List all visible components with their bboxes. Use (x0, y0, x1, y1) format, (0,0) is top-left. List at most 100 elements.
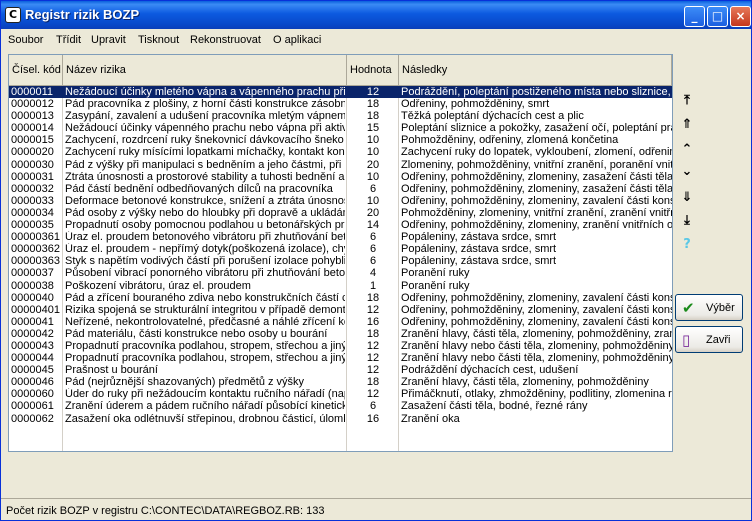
table-row[interactable]: 0000046 Pád (nejrůznější shazovaných) pře… (9, 376, 672, 388)
cell-consequences: Zranění hlavy nebo části těla, zlomeniny… (401, 339, 672, 352)
cell-value: 6 (369, 231, 377, 244)
cell-value: 16 (366, 315, 380, 328)
cell-consequences: Odřeniny, pohmožděniny, zlomeniny, zaval… (401, 194, 672, 207)
help-icon[interactable]: ? (676, 234, 698, 256)
title-bar[interactable]: C Registr rizik BOZP _ □ × (1, 1, 751, 29)
table-row[interactable]: 0000032 Pád částí bednění odbedňovaných d… (9, 183, 672, 195)
risk-table[interactable]: Čísel. kód Název rizika Hodnota Následky… (8, 54, 673, 452)
cell-consequences: Odřeniny, pohmožděniny, zlomeniny, zasaž… (401, 170, 672, 183)
cell-code: 0000046 (11, 376, 54, 389)
up-icon[interactable]: ⌃ (676, 139, 698, 161)
column-header-code[interactable]: Čísel. kód (9, 55, 63, 85)
cell-consequences: Zachycení ruky do lopatek, vykloubení, z… (401, 146, 672, 159)
select-button[interactable]: ✔ Výběr (675, 294, 743, 321)
column-header-name[interactable]: Název rizika (63, 55, 347, 85)
table-row[interactable]: 00000361 Úraz el. proudem betonového vibr… (9, 231, 672, 243)
cell-name: Deformace betonové konstrukce, snížení a… (65, 194, 345, 207)
cell-code: 0000033 (11, 194, 54, 207)
column-header-value[interactable]: Hodnota (347, 55, 399, 85)
table-row[interactable]: 0000030 Pád z výšky při manipulaci s bedn… (9, 159, 672, 171)
cell-consequences: Odřeniny, pohmožděniny, zlomeniny, zasaž… (401, 182, 672, 195)
table-row[interactable]: 0000040 Pád a zřícení bouraného zdiva neb… (9, 292, 672, 304)
first-icon[interactable]: ⤒ (676, 90, 698, 112)
cell-value: 6 (369, 243, 377, 256)
cell-code: 0000060 (11, 388, 54, 401)
status-text: Počet rizik BOZP v registru C:\CONTEC\DA… (6, 505, 325, 517)
cell-name: Úraz el. proudem - nepřímý dotyk(poškoze… (65, 243, 345, 256)
cell-name: Zachycení ruky mísícími lopatkami míchač… (65, 146, 345, 159)
table-row[interactable]: 00000363 Styk s napětím vodivých částí př… (9, 255, 672, 267)
cell-value: 6 (369, 400, 377, 413)
page-down-icon[interactable]: ⇓ (676, 187, 698, 209)
cell-value: 12 (366, 339, 380, 352)
cell-name: Působení vibrací ponorného vibrátoru při… (65, 267, 345, 280)
cell-value: 12 (366, 352, 380, 365)
cell-code: 0000030 (11, 158, 54, 171)
table-row[interactable]: 00000362 Úraz el. proudem - nepřímý dotyk… (9, 243, 672, 255)
cell-consequences: Zranění hlavy, části těla, zlomeniny, po… (401, 376, 649, 389)
table-row[interactable]: 0000035 Propadnutí osoby pomocnou podlaho… (9, 219, 672, 231)
table-body: 0000011 Nežádoucí účinky mletého vápna a … (9, 86, 672, 425)
cell-value: 6 (369, 182, 377, 195)
table-row[interactable]: 00000401 Rizika spojená se strukturální i… (9, 304, 672, 316)
cell-value: 10 (366, 134, 380, 147)
cell-value: 18 (366, 291, 380, 304)
table-row[interactable]: 0000037 Působení vibrací ponorného vibrát… (9, 267, 672, 279)
table-row[interactable]: 0000034 Pád osoby z výšky nebo do hloubky… (9, 207, 672, 219)
column-header-consequences[interactable]: Následky (399, 55, 672, 85)
cell-name: Propadnutí pracovníka podlahou, stropem,… (65, 352, 345, 365)
table-row[interactable]: 0000020 Zachycení ruky mísícími lopatkami… (9, 146, 672, 158)
table-row[interactable]: 0000014 Nežádoucí účinky vápenného prachu… (9, 122, 672, 134)
menu-upravit[interactable]: Upravit (91, 34, 126, 46)
table-row[interactable]: 0000043 Propadnutí pracovníka podlahou, s… (9, 340, 672, 352)
table-row[interactable]: 0000044 Propadnutí pracovníka podlahou, s… (9, 352, 672, 364)
cell-name: Zranění úderem a pádem ručního nářadí pů… (65, 400, 345, 413)
cell-name: Rizika spojená se strukturální integrito… (65, 303, 345, 316)
table-row[interactable]: 0000033 Deformace betonové konstrukce, sn… (9, 195, 672, 207)
table-row[interactable]: 0000042 Pád materiálu, části konstrukce n… (9, 328, 672, 340)
cell-code: 0000038 (11, 279, 54, 292)
last-icon[interactable]: ⤓ (676, 210, 698, 232)
table-row[interactable]: 0000038 Poškození vibrátoru, úraz el. pro… (9, 280, 672, 292)
close-window-button[interactable]: × (730, 6, 751, 27)
cell-code: 0000037 (11, 267, 54, 280)
down-icon[interactable]: ⌄ (676, 161, 698, 183)
table-row[interactable]: 0000031 Ztráta únosnosti a prostorové sta… (9, 171, 672, 183)
cell-value: 14 (366, 219, 380, 232)
table-row[interactable]: 0000060 Úder do ruky při nežádoucím konta… (9, 388, 672, 400)
menu-o-aplikaci[interactable]: O aplikaci (273, 34, 321, 46)
table-row[interactable]: 0000012 Pád pracovníka z plošiny, z horní… (9, 98, 672, 110)
table-row[interactable]: 0000045 Prašnost u bourání 12 Podráždění dý… (9, 364, 672, 376)
cell-value: 12 (366, 86, 380, 98)
table-row[interactable]: 0000011 Nežádoucí účinky mletého vápna a … (9, 86, 672, 99)
minimize-button[interactable]: _ (684, 6, 705, 27)
app-logo-icon[interactable]: C (5, 7, 21, 23)
page-up-icon[interactable]: ⇑ (676, 114, 698, 136)
cell-code: 0000042 (11, 327, 54, 340)
table-row[interactable]: 0000013 Zasypání, zavalení a udušení prac… (9, 110, 672, 122)
cell-value: 4 (369, 267, 377, 280)
table-header: Čísel. kód Název rizika Hodnota Následky (9, 55, 672, 86)
maximize-button[interactable]: □ (707, 6, 728, 27)
table-row[interactable]: 0000015 Zachycení, rozdrcení ruky šnekovn… (9, 134, 672, 146)
table-row[interactable]: 0000061 Zranění úderem a pádem ručního ná… (9, 400, 672, 412)
close-button[interactable]: ▯ Zavři (675, 326, 743, 353)
menu-tridit[interactable]: Třídit (56, 34, 81, 46)
menu-tisknout[interactable]: Tisknout (138, 34, 179, 46)
cell-code: 0000061 (11, 400, 54, 413)
cell-code: 00000362 (11, 243, 60, 256)
cell-consequences: Zranění hlavy, části těla, zlomeniny, po… (401, 327, 672, 340)
cell-value: 10 (366, 194, 380, 207)
cell-name: Úder do ruky při nežádoucím kontaktu ruč… (65, 388, 345, 401)
cell-code: 0000062 (11, 412, 54, 425)
cell-consequences: Zranění oka (401, 412, 460, 425)
cell-value: 18 (366, 327, 380, 340)
cell-name: Úraz el. proudem betonového vibrátoru př… (65, 231, 345, 244)
table-row[interactable]: 0000041 Neřízené, nekontrolovatelné, před… (9, 316, 672, 328)
cell-consequences: Odřeniny, pohmožděniny, smrt (401, 98, 550, 111)
table-row[interactable]: 0000062 Zasažení oka odlétnuvší střepinou… (9, 413, 672, 425)
menu-soubor[interactable]: Soubor (8, 34, 43, 46)
menu-rekonstruovat[interactable]: Rekonstruovat (190, 34, 261, 46)
cell-consequences: Poleptání sliznice a pokožky, zasažení o… (401, 122, 672, 135)
cell-code: 00000363 (11, 255, 60, 268)
